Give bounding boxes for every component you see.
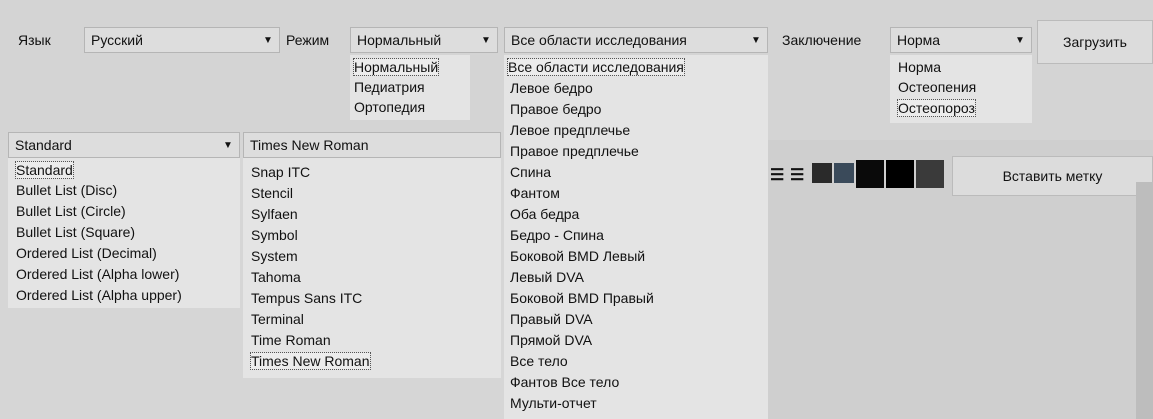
font-option[interactable]: System xyxy=(251,248,298,264)
mode-dropdown-list: Нормальный Педиатрия Ортопедия xyxy=(350,55,470,120)
style-option-bullet-square[interactable]: Bullet List (Square) xyxy=(16,224,135,240)
paragraph-style-select[interactable]: Standard ▼ xyxy=(8,132,240,158)
chevron-down-icon[interactable]: ▼ xyxy=(259,30,277,50)
font-option[interactable]: Symbol xyxy=(251,227,298,243)
font-family-value: Times New Roman xyxy=(250,137,369,153)
chevron-down-icon[interactable]: ▼ xyxy=(747,30,765,50)
language-value: Русский xyxy=(91,32,143,48)
vertical-scrollbar[interactable] xyxy=(1136,182,1153,419)
area-option[interactable]: Фантом xyxy=(510,185,560,201)
area-option[interactable]: Боковой BMD Правый xyxy=(510,290,654,306)
indent-icon[interactable]: ☰ xyxy=(790,165,804,185)
chevron-down-icon[interactable]: ▼ xyxy=(1011,30,1029,50)
chevron-down-icon[interactable]: ▼ xyxy=(219,135,237,155)
conclusion-option-osteopenia[interactable]: Остеопения xyxy=(898,79,976,95)
list-format-icon[interactable]: ☰ xyxy=(770,165,784,185)
mode-value: Нормальный xyxy=(357,32,442,48)
font-option[interactable]: Terminal xyxy=(251,311,304,327)
study-area-select[interactable]: Все области исследования ▼ xyxy=(504,27,768,53)
font-option[interactable]: Time Roman xyxy=(251,332,331,348)
paragraph-style-list: Standard Bullet List (Disc) Bullet List … xyxy=(8,158,240,308)
style-option-standard[interactable]: Standard xyxy=(15,161,74,179)
area-option[interactable]: Все области исследования xyxy=(507,58,685,76)
language-select[interactable]: Русский ▼ xyxy=(84,27,280,53)
area-option[interactable]: Прямой DVA xyxy=(510,332,592,348)
area-option[interactable]: Бедро - Спина xyxy=(510,227,604,243)
font-family-list: Snap ITC Stencil Sylfaen Symbol System T… xyxy=(243,158,501,378)
area-option[interactable]: Правый DVA xyxy=(510,311,593,327)
area-option[interactable]: Спина xyxy=(510,164,551,180)
area-option[interactable]: Левое предплечье xyxy=(510,122,630,138)
style-option-ordered-decimal[interactable]: Ordered List (Decimal) xyxy=(16,245,157,261)
load-button[interactable]: Загрузить xyxy=(1037,20,1153,64)
color-swatch[interactable] xyxy=(834,163,854,183)
mode-select[interactable]: Нормальный ▼ xyxy=(350,27,498,53)
chevron-down-icon[interactable]: ▼ xyxy=(477,30,495,50)
conclusion-select[interactable]: Норма ▼ xyxy=(890,27,1032,53)
conclusion-option-norm[interactable]: Норма xyxy=(898,59,941,75)
study-area-dropdown-list: Все области исследования Левое бедро Пра… xyxy=(504,55,768,419)
area-option[interactable]: Левое бедро xyxy=(510,80,593,96)
conclusion-label: Заключение xyxy=(782,32,862,48)
area-option[interactable]: Левый DVA xyxy=(510,269,584,285)
color-swatch[interactable] xyxy=(856,160,884,188)
font-option[interactable]: Stencil xyxy=(251,185,293,201)
style-option-ordered-alpha-upper[interactable]: Ordered List (Alpha upper) xyxy=(16,287,182,303)
study-area-value: Все области исследования xyxy=(511,32,687,48)
language-label: Язык xyxy=(18,32,51,48)
font-option-selected[interactable]: Times New Roman xyxy=(250,352,371,370)
area-option[interactable]: Мульти-отчет xyxy=(510,395,597,411)
paragraph-style-value: Standard xyxy=(15,137,72,153)
style-option-ordered-alpha-lower[interactable]: Ordered List (Alpha lower) xyxy=(16,266,179,282)
color-swatch[interactable] xyxy=(886,160,914,188)
conclusion-option-osteoporosis[interactable]: Остеопороз xyxy=(897,99,976,117)
area-option[interactable]: Правое предплечье xyxy=(510,143,639,159)
font-option[interactable]: Snap ITC xyxy=(251,164,310,180)
font-family-select[interactable]: Times New Roman xyxy=(243,132,501,158)
conclusion-dropdown-list: Норма Остеопения Остеопороз xyxy=(890,55,1032,123)
color-swatch[interactable] xyxy=(916,160,944,188)
area-option[interactable]: Все тело xyxy=(510,353,568,369)
style-option-bullet-circle[interactable]: Bullet List (Circle) xyxy=(16,203,126,219)
insert-mark-button[interactable]: Вставить метку xyxy=(952,156,1153,196)
mode-option-pediatrics[interactable]: Педиатрия xyxy=(354,79,425,95)
conclusion-value: Норма xyxy=(897,32,941,48)
mode-label: Режим xyxy=(286,32,330,48)
area-option[interactable]: Оба бедра xyxy=(510,206,579,222)
font-option[interactable]: Tahoma xyxy=(251,269,301,285)
color-swatch[interactable] xyxy=(812,163,832,183)
area-option[interactable]: Фантов Все тело xyxy=(510,374,619,390)
font-option[interactable]: Sylfaen xyxy=(251,206,298,222)
mode-option-normal[interactable]: Нормальный xyxy=(352,58,440,76)
font-option[interactable]: Tempus Sans ITC xyxy=(251,290,362,306)
area-option[interactable]: Правое бедро xyxy=(510,101,601,117)
area-option[interactable]: Боковой BMD Левый xyxy=(510,248,645,264)
mode-option-orthopedics[interactable]: Ортопедия xyxy=(354,99,425,115)
style-option-bullet-disc[interactable]: Bullet List (Disc) xyxy=(16,182,117,198)
